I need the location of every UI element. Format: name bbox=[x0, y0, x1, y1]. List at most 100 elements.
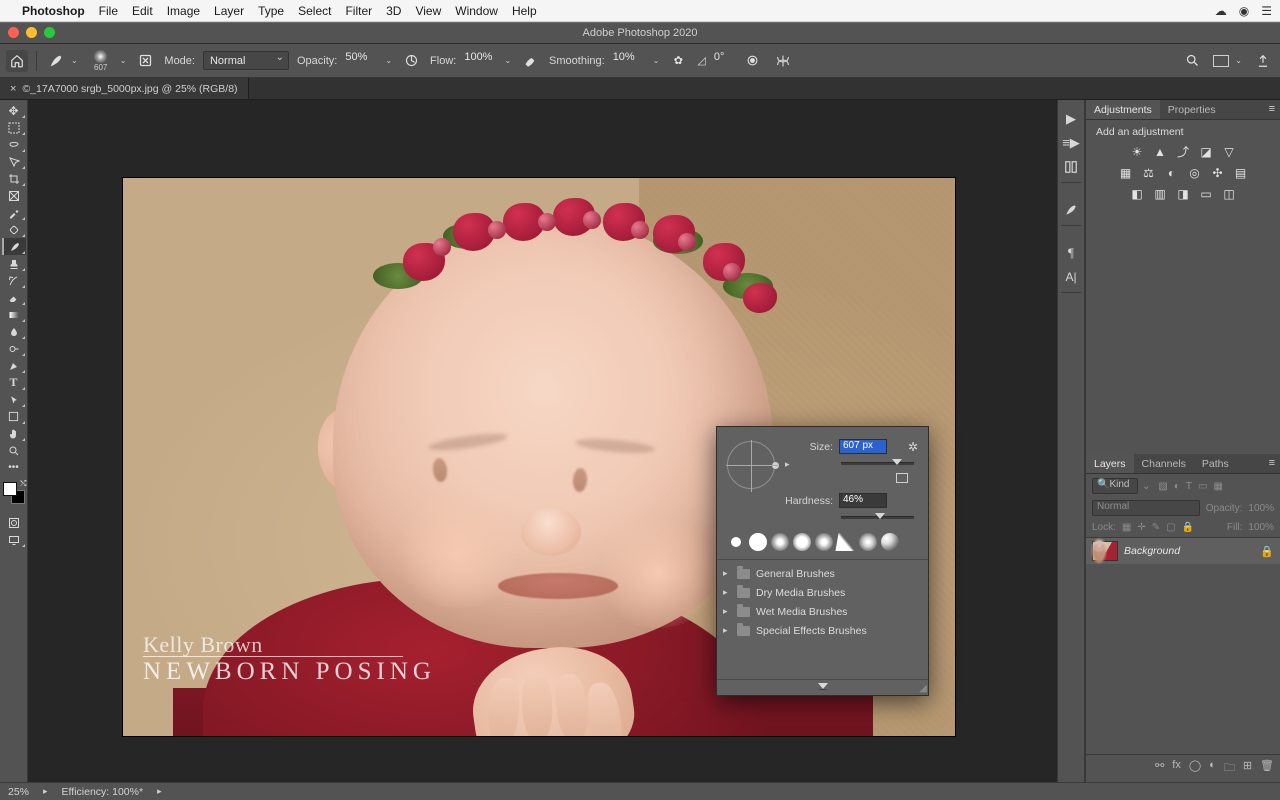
app-name[interactable]: Photoshop bbox=[22, 4, 85, 18]
menu-help[interactable]: Help bbox=[512, 4, 537, 18]
brush-preset[interactable] bbox=[881, 533, 899, 551]
lock-image-icon[interactable]: ▦ bbox=[1122, 522, 1131, 533]
brush-preset[interactable] bbox=[749, 533, 767, 551]
brush-preset[interactable] bbox=[793, 533, 811, 551]
smoothing-input[interactable]: 10% bbox=[613, 51, 649, 70]
edit-toolbar[interactable]: ••• bbox=[2, 459, 26, 476]
tab-channels[interactable]: Channels bbox=[1134, 454, 1194, 473]
filter-smart-icon[interactable]: ▦ bbox=[1213, 481, 1222, 492]
layer-blend-select[interactable]: Normal bbox=[1092, 500, 1200, 516]
screenmode-toggle[interactable] bbox=[2, 531, 26, 548]
new-adjustment-icon[interactable]: ◐ bbox=[1209, 759, 1216, 778]
minimize-button[interactable] bbox=[26, 27, 37, 38]
brush-folder[interactable]: ▸Special Effects Brushes bbox=[723, 621, 922, 640]
panel-menu-icon[interactable]: ≡ bbox=[1264, 100, 1280, 119]
layer-fx-icon[interactable]: fx bbox=[1172, 759, 1181, 778]
quick-select-tool[interactable] bbox=[2, 153, 26, 170]
delete-layer-icon[interactable]: 🗑 bbox=[1260, 759, 1274, 778]
new-brush-icon[interactable] bbox=[896, 473, 908, 483]
tab-close-icon[interactable]: × bbox=[10, 83, 16, 95]
menu-extras-icon[interactable]: ☰ bbox=[1261, 4, 1272, 18]
brush-preset[interactable] bbox=[731, 537, 741, 547]
healing-tool[interactable] bbox=[2, 221, 26, 238]
filter-adjust-icon[interactable]: ◐ bbox=[1174, 481, 1180, 492]
layer-item[interactable]: 👁 Background 🔒 bbox=[1086, 538, 1280, 564]
libraries-panel-icon[interactable] bbox=[1061, 158, 1081, 176]
zoom-readout[interactable]: 25% bbox=[8, 786, 29, 798]
selective-color-icon[interactable]: ◫ bbox=[1221, 186, 1238, 201]
actions-panel-icon[interactable]: ≡▶ bbox=[1061, 134, 1081, 152]
layer-lock-icon[interactable]: 🔒 bbox=[1260, 545, 1274, 558]
brush-preset[interactable] bbox=[771, 533, 789, 551]
layer-mask-icon[interactable]: ◯ bbox=[1189, 759, 1201, 778]
new-group-icon[interactable]: 🗀 bbox=[1224, 759, 1235, 778]
menu-image[interactable]: Image bbox=[167, 4, 200, 18]
user-icon[interactable]: ◉ bbox=[1239, 4, 1249, 18]
fill-value[interactable]: 100% bbox=[1248, 522, 1274, 533]
brush-angle-input[interactable]: 0° bbox=[714, 51, 734, 70]
link-layers-icon[interactable]: ⚯ bbox=[1155, 759, 1164, 778]
foreground-swatch[interactable] bbox=[3, 482, 17, 496]
layer-name[interactable]: Background bbox=[1124, 545, 1254, 557]
menu-window[interactable]: Window bbox=[455, 4, 498, 18]
efficiency-readout[interactable]: Efficiency: 100%* bbox=[62, 786, 144, 798]
eraser-tool[interactable] bbox=[2, 289, 26, 306]
brush-folder[interactable]: ▸General Brushes bbox=[723, 564, 922, 583]
crop-tool[interactable] bbox=[2, 170, 26, 187]
pressure-opacity-icon[interactable] bbox=[400, 50, 422, 72]
type-tool[interactable]: T bbox=[2, 374, 26, 391]
stamp-tool[interactable] bbox=[2, 255, 26, 272]
smoothing-caret[interactable]: ⌄ bbox=[653, 56, 660, 65]
search-icon[interactable] bbox=[1181, 50, 1203, 72]
invert-icon[interactable]: ◧ bbox=[1129, 186, 1146, 201]
workspace-switcher[interactable] bbox=[1213, 55, 1229, 67]
dodge-tool[interactable] bbox=[2, 340, 26, 357]
filter-type-icon[interactable]: T bbox=[1186, 481, 1192, 492]
menu-filter[interactable]: Filter bbox=[345, 4, 372, 18]
status-chevron-icon[interactable]: ▸ bbox=[157, 786, 162, 797]
popup-gear-icon[interactable]: ✲ bbox=[908, 440, 918, 454]
workspace-caret[interactable]: ⌄ bbox=[1235, 56, 1242, 65]
menu-layer[interactable]: Layer bbox=[214, 4, 244, 18]
brush-preset[interactable] bbox=[815, 533, 833, 551]
popup-resize-icon[interactable]: ◢ bbox=[919, 683, 927, 694]
levels-icon[interactable]: ▲ bbox=[1152, 144, 1169, 159]
brush-picker-caret[interactable]: ⌄ bbox=[120, 56, 127, 65]
tab-layers[interactable]: Layers bbox=[1086, 454, 1134, 473]
brush-thumb-slider[interactable] bbox=[717, 679, 928, 695]
marquee-tool[interactable] bbox=[2, 119, 26, 136]
threshold-icon[interactable]: ◨ bbox=[1175, 186, 1192, 201]
lasso-tool[interactable] bbox=[2, 136, 26, 153]
share-icon[interactable] bbox=[1252, 50, 1274, 72]
flow-input[interactable]: 100% bbox=[464, 51, 500, 70]
paragraph-panel-icon[interactable]: ¶ bbox=[1061, 244, 1081, 262]
lock-all-icon[interactable]: 🔒 bbox=[1182, 522, 1194, 533]
menu-select[interactable]: Select bbox=[298, 4, 331, 18]
menu-edit[interactable]: Edit bbox=[132, 4, 153, 18]
status-chevron-icon[interactable]: ▸ bbox=[43, 786, 48, 797]
menu-3d[interactable]: 3D bbox=[386, 4, 401, 18]
document-tab[interactable]: × ©_17A7000 srgb_5000px.jpg @ 25% (RGB/8… bbox=[0, 78, 249, 99]
brightness-contrast-icon[interactable]: ☀ bbox=[1129, 144, 1146, 159]
layer-filter-select[interactable]: 🔍Kind bbox=[1092, 478, 1138, 494]
brush-size-slider[interactable] bbox=[841, 462, 914, 465]
brush-tool[interactable] bbox=[2, 238, 26, 255]
lock-pixel-icon[interactable]: ✎ bbox=[1152, 522, 1160, 533]
menu-file[interactable]: File bbox=[99, 4, 118, 18]
smoothing-options-icon[interactable]: ✿ bbox=[667, 50, 689, 72]
color-balance-icon[interactable]: ⚖ bbox=[1140, 165, 1157, 180]
lock-position-icon[interactable]: ✛ bbox=[1137, 522, 1145, 533]
cloud-icon[interactable]: ☁︎ bbox=[1215, 4, 1227, 18]
posterize-icon[interactable]: ▥ bbox=[1152, 186, 1169, 201]
brush-folder[interactable]: ▸Wet Media Brushes bbox=[723, 602, 922, 621]
zoom-tool[interactable] bbox=[2, 442, 26, 459]
visibility-icon[interactable]: 👁 bbox=[1092, 539, 1106, 563]
zoom-button[interactable] bbox=[44, 27, 55, 38]
black-white-icon[interactable]: ◐ bbox=[1163, 165, 1180, 180]
gradient-tool[interactable] bbox=[2, 306, 26, 323]
brush-hardness-slider[interactable] bbox=[841, 516, 914, 519]
panel-menu-icon[interactable]: ≡ bbox=[1264, 454, 1280, 473]
channel-mixer-icon[interactable]: ✣ bbox=[1209, 165, 1226, 180]
blur-tool[interactable] bbox=[2, 323, 26, 340]
brush-preset[interactable] bbox=[835, 533, 856, 551]
